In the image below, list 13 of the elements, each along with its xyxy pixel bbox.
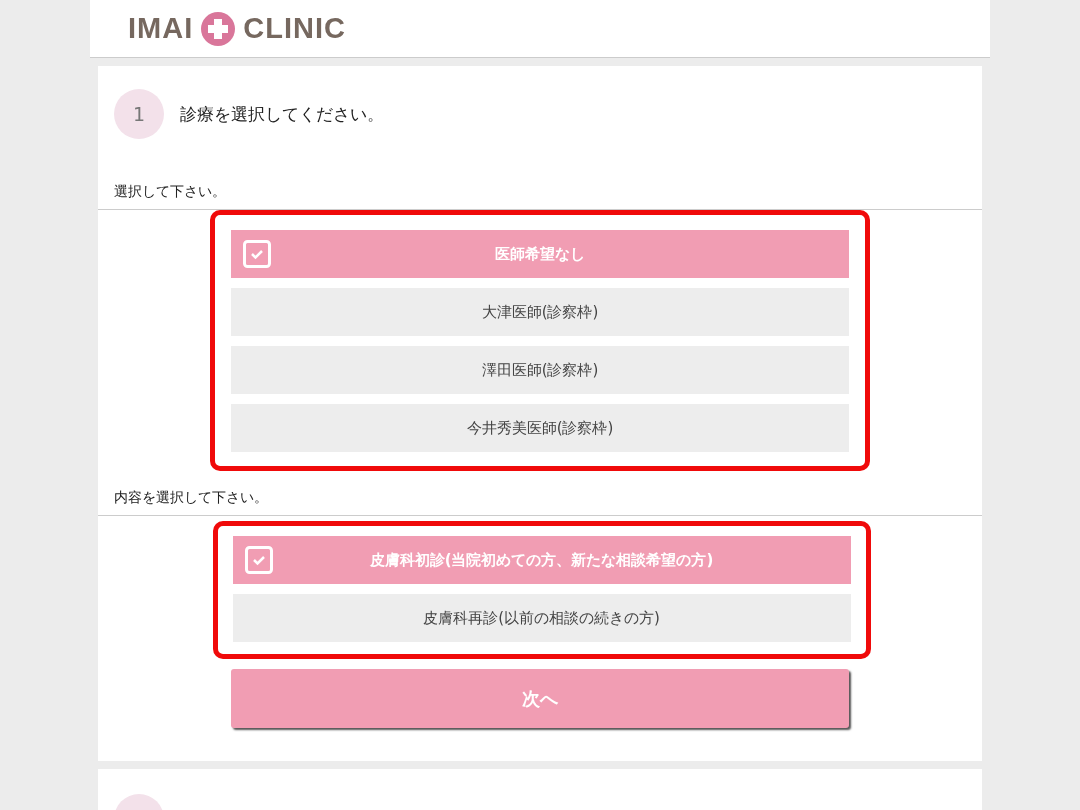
cross-icon: [201, 11, 236, 46]
logo-text: CLINIC: [243, 12, 346, 45]
step-title: 診療を選択してください。: [180, 102, 384, 126]
group-label: 内容を選択して下さい。: [113, 488, 268, 507]
checkbox-icon: [243, 240, 271, 268]
checkbox-icon: [244, 546, 273, 574]
option-button[interactable]: 澤田医師(診察枠): [231, 346, 849, 394]
option-button[interactable]: 皮膚科再診(以前の相談の続きの方): [232, 594, 851, 642]
logo-text: IMAI: [128, 12, 194, 45]
option-button[interactable]: 今井秀美医師(診察枠): [231, 404, 849, 452]
option-button[interactable]: 大津医師(診察枠): [231, 288, 849, 336]
group-label: 選択して下さい。: [113, 182, 226, 201]
step-number: 1: [114, 89, 164, 139]
